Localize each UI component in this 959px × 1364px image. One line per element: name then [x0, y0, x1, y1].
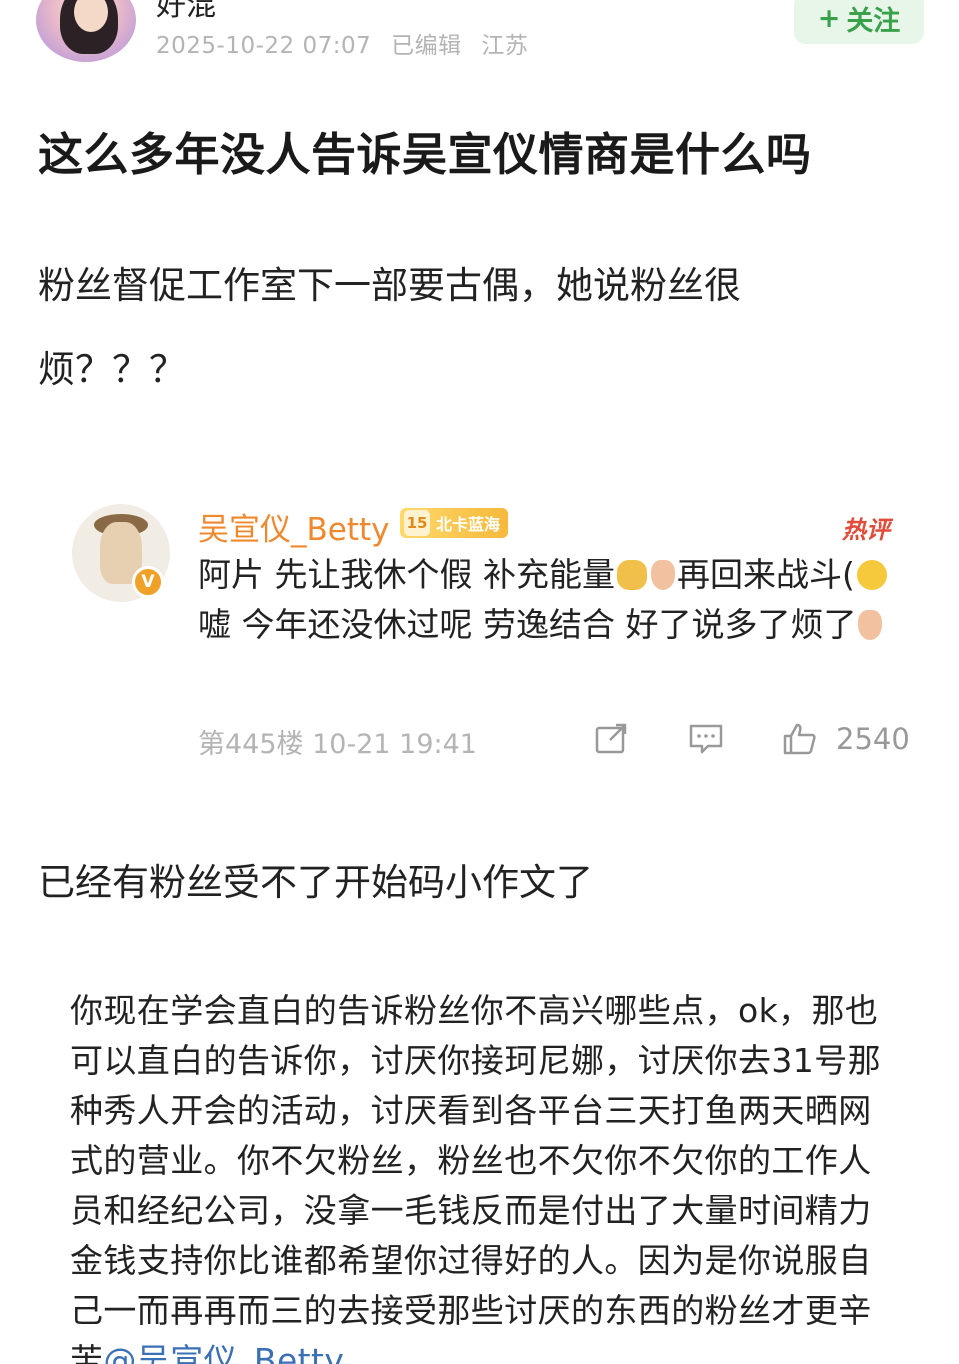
- level-number: 15: [404, 510, 430, 536]
- post-meta: 2025-10-22 07:07 已编辑 江苏: [156, 26, 540, 60]
- fan-essay-text: 你现在学会直白的告诉粉丝你不高兴哪些点，ok，那也可以直白的告诉你，讨厌你接珂尼…: [70, 986, 900, 1364]
- author-avatar[interactable]: [36, 0, 136, 62]
- doge-emoji-icon: [616, 560, 647, 590]
- post-paragraph-2: 已经有粉丝受不了开始码小作文了: [38, 861, 593, 904]
- quoted-comment: V 吴宣仪_Betty 15 北卡蓝海 热评 阿片 先让我休个假 补充能量 再回来…: [0, 490, 959, 780]
- fan-level-badge: 15 北卡蓝海: [400, 508, 509, 538]
- comment-text-part-2: 再回来战斗(: [676, 555, 855, 594]
- edited-label: 已编辑: [391, 33, 462, 59]
- verified-badge: V: [132, 566, 164, 598]
- finger-heart-emoji-icon: [858, 610, 883, 640]
- floor-info: 第445楼 10-21 19:41: [198, 729, 477, 760]
- badge-text: 北卡蓝海: [436, 515, 501, 534]
- shush-emoji-icon: [856, 560, 887, 590]
- post-time: 2025-10-22 07:07: [156, 33, 372, 59]
- comment-text: 阿片 先让我休个假 补充能量 再回来战斗( 嘘 今年还没休过呢 劳逸结合 好了说多了…: [198, 550, 908, 650]
- share-icon[interactable]: [594, 722, 630, 756]
- mention-link[interactable]: @吴宣仪_Betty: [103, 1341, 344, 1364]
- comment-footer: 第445楼 10-21 19:41 2540: [198, 722, 910, 762]
- author-name[interactable]: 好混: [156, 0, 216, 24]
- comment-text-part-3: 嘘 今年还没休过呢 劳逸结合 好了说多了烦了: [198, 605, 857, 644]
- post-paragraph-1: 粉丝督促工作室下一部要古偶，她说粉丝很烦？？？: [38, 264, 741, 391]
- finger-heart-emoji-icon: [650, 560, 675, 590]
- location-label: 江苏: [481, 33, 529, 59]
- like-count: 2540: [836, 722, 910, 756]
- commenter-name[interactable]: 吴宣仪_Betty: [198, 504, 390, 549]
- follow-button[interactable]: + 关注: [794, 0, 924, 44]
- thumbs-up-icon[interactable]: [782, 722, 818, 756]
- comment-text-part-1: 阿片 先让我休个假 补充能量: [198, 555, 615, 594]
- essay-body: 你现在学会直白的告诉粉丝你不高兴哪些点，ok，那也可以直白的告诉你，讨厌你接珂尼…: [70, 991, 881, 1364]
- post-title: 这么多年没人告诉吴宣仪情商是什么吗: [38, 128, 812, 181]
- plus-icon: +: [817, 2, 841, 34]
- reply-icon[interactable]: [688, 722, 724, 756]
- watermark-overlay: [400, 1326, 590, 1362]
- hot-comment-tag: 热评: [842, 516, 890, 544]
- follow-label: 关注: [846, 5, 901, 37]
- post-header: 好混 2025-10-22 07:07 已编辑 江苏 + 关注: [0, 0, 959, 70]
